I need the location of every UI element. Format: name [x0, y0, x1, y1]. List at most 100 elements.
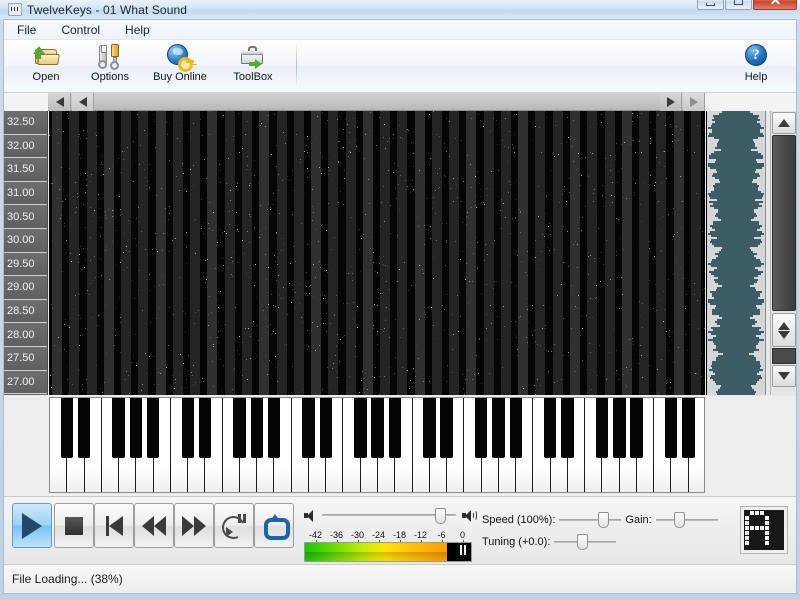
piano-black-key[interactable] — [613, 398, 626, 458]
spectrogram-energy-pixel — [369, 112, 371, 114]
help-button[interactable]: ? Help — [724, 40, 788, 90]
skip-start-button[interactable] — [94, 503, 134, 548]
volume-slider-thumb[interactable] — [434, 508, 446, 524]
piano-black-key[interactable] — [77, 398, 91, 458]
spectrogram-energy-pixel — [648, 280, 650, 282]
close-button[interactable] — [753, 0, 797, 10]
spectrogram-energy-pixel — [419, 318, 421, 320]
menu-item-file[interactable]: File — [14, 22, 39, 38]
piano-black-key[interactable] — [129, 398, 143, 458]
scroll-up-button[interactable] — [771, 112, 796, 134]
piano-black-key[interactable] — [388, 398, 402, 458]
scrollbar-thumb[interactable] — [771, 135, 796, 311]
spectrogram-energy-pixel — [354, 346, 356, 348]
spectrogram-energy-pixel — [158, 307, 160, 309]
spectrogram-energy-pixel — [571, 145, 573, 147]
play-button[interactable] — [12, 503, 52, 548]
spectrogram-energy-pixel — [660, 250, 662, 252]
spectrogram-energy-pixel — [333, 236, 335, 238]
spectrogram-canvas[interactable] — [49, 111, 705, 395]
repeat-button[interactable] — [254, 503, 294, 548]
spectrogram-energy-pixel — [215, 267, 217, 269]
piano-black-key[interactable] — [198, 398, 212, 458]
rewind-button[interactable] — [134, 503, 174, 548]
piano-black-key[interactable] — [682, 398, 695, 458]
scroll-step-buttons[interactable] — [771, 313, 796, 347]
piano-black-key[interactable] — [595, 398, 609, 458]
piano-black-key[interactable] — [147, 398, 160, 458]
spectrogram-energy-pixel — [328, 166, 330, 168]
piano-black-key[interactable] — [233, 398, 246, 458]
spectrogram-energy-pixel — [508, 192, 510, 194]
options-button[interactable]: Options — [78, 40, 142, 90]
spectrogram-energy-pixel — [562, 194, 564, 196]
gain-slider-thumb[interactable] — [674, 512, 686, 528]
piano-black-key[interactable] — [302, 398, 315, 458]
spectrogram-energy-pixel — [511, 320, 513, 322]
spectrogram-energy-pixel — [564, 186, 566, 188]
piano-black-key[interactable] — [112, 398, 125, 458]
piano-black-key[interactable] — [423, 398, 436, 458]
minimize-button[interactable] — [697, 0, 724, 10]
piano-black-key[interactable] — [60, 398, 74, 458]
spectrogram-energy-pixel — [600, 113, 602, 115]
piano-black-key[interactable] — [630, 398, 643, 458]
spectrogram-energy-pixel — [373, 327, 375, 329]
spectrogram-key-lane — [397, 111, 408, 395]
spectrogram-energy-pixel — [538, 259, 540, 261]
loop-pause-button[interactable] — [214, 503, 254, 548]
piano-black-key[interactable] — [250, 398, 264, 458]
spectrogram-energy-pixel — [632, 120, 634, 122]
spectrogram-energy-pixel — [85, 138, 87, 140]
open-button[interactable]: Open — [14, 40, 78, 90]
stop-button[interactable] — [54, 503, 94, 548]
scroll-left-step-button[interactable] — [72, 93, 94, 111]
speed-slider-thumb[interactable] — [597, 512, 609, 528]
menu-item-control[interactable]: Control — [58, 22, 103, 38]
menu-item-help[interactable]: Help — [122, 22, 153, 38]
scroll-right-page-button[interactable] — [683, 93, 705, 111]
tuning-slider[interactable] — [554, 534, 617, 550]
volume-slider[interactable] — [322, 508, 456, 524]
waveform-overview[interactable] — [706, 111, 766, 395]
time-ruler[interactable]: 32.50 32.00 31.50 31.00 30.50 30.00 29.50 29.00… — [4, 111, 48, 395]
piano-black-key[interactable] — [181, 398, 194, 458]
spectrogram-energy-pixel — [213, 211, 215, 213]
piano-black-key[interactable] — [319, 398, 333, 458]
piano-black-key[interactable] — [561, 398, 574, 458]
maximize-button[interactable] — [725, 0, 752, 10]
spectrogram-energy-pixel — [209, 111, 211, 113]
spectrogram-energy-pixel — [511, 143, 513, 145]
spectrogram-energy-pixel — [510, 184, 512, 186]
vertical-scrollbar[interactable] — [770, 111, 796, 395]
scroll-right-step-button[interactable] — [660, 93, 682, 111]
piano-black-key[interactable] — [664, 398, 678, 458]
buy-online-button[interactable]: Buy Online — [142, 40, 218, 90]
piano-black-key[interactable] — [475, 398, 488, 458]
piano-black-key[interactable] — [544, 398, 557, 458]
piano-black-key[interactable] — [371, 398, 384, 458]
piano-black-key[interactable] — [440, 398, 453, 458]
scroll-down-button[interactable] — [771, 365, 796, 387]
toolbox-button[interactable]: ToolBox — [218, 40, 288, 90]
piano-keyboard[interactable] — [49, 397, 705, 493]
spectrogram-energy-pixel — [176, 175, 178, 177]
fast-forward-button[interactable] — [174, 503, 214, 548]
spectrogram-key-lane — [311, 111, 322, 395]
gain-slider[interactable] — [655, 512, 718, 528]
spectrogram-energy-pixel — [51, 387, 53, 389]
piano-black-key[interactable] — [354, 398, 367, 458]
tuning-slider-thumb[interactable] — [577, 534, 589, 550]
spectrogram-energy-pixel — [282, 132, 284, 134]
spectrogram-energy-pixel — [668, 349, 670, 351]
piano-black-key[interactable] — [492, 398, 505, 458]
piano-black-key[interactable] — [509, 398, 522, 458]
spectrogram-energy-pixel — [65, 240, 67, 242]
scroll-left-page-button[interactable] — [49, 93, 71, 111]
piano-black-key[interactable] — [267, 398, 281, 458]
spectrogram-energy-pixel — [558, 202, 560, 204]
spectrogram-energy-pixel — [633, 343, 635, 345]
speed-slider[interactable] — [559, 512, 622, 528]
spectrogram-energy-pixel — [398, 183, 400, 185]
spectrogram-energy-pixel — [309, 292, 311, 294]
